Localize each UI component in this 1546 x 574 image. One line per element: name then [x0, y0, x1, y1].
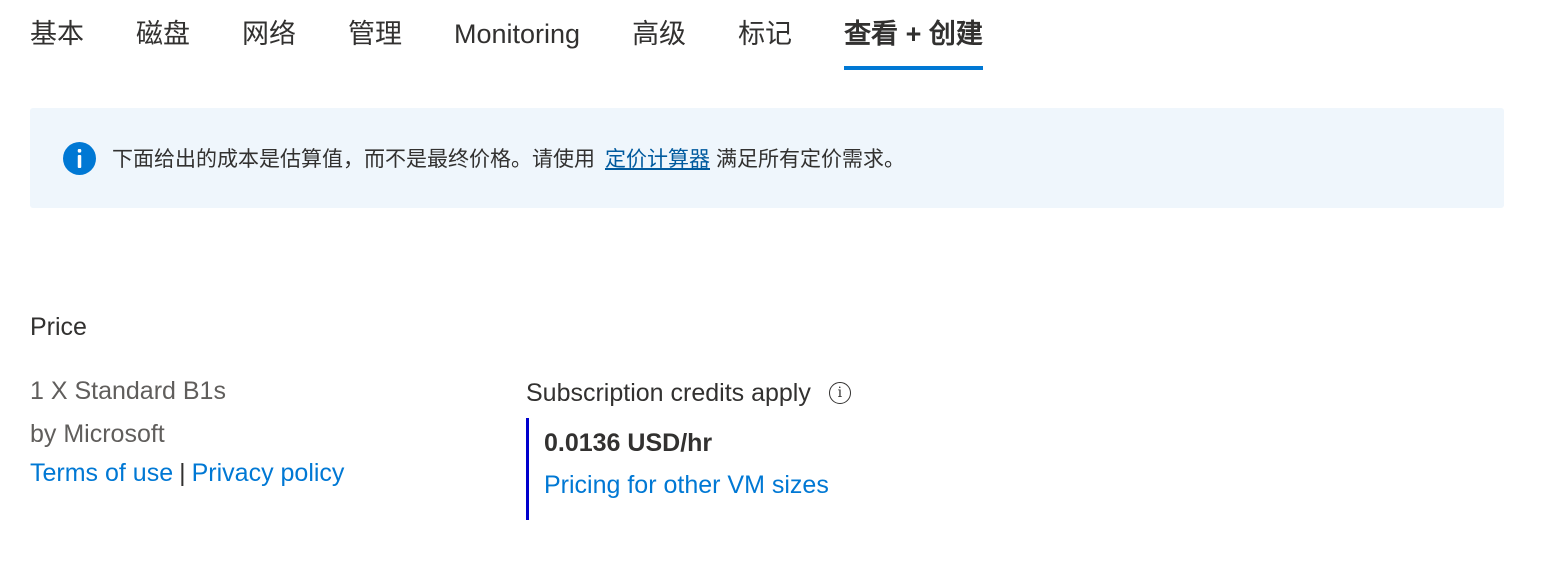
- other-vm-sizes-link[interactable]: Pricing for other VM sizes: [544, 468, 829, 502]
- tab-review-create[interactable]: 查看 + 创建: [844, 0, 983, 72]
- tab-tags[interactable]: 标记: [738, 0, 792, 72]
- banner-text-before: 下面给出的成本是估算值，而不是最终价格。请使用: [112, 148, 595, 171]
- legal-links: Terms of use | Privacy policy: [30, 456, 344, 490]
- link-separator: |: [179, 459, 186, 487]
- subscription-credits: Subscription credits apply i: [526, 376, 851, 410]
- tab-monitoring[interactable]: Monitoring: [454, 0, 580, 72]
- pricing-calculator-link[interactable]: 定价计算器: [605, 148, 710, 171]
- terms-of-use-link[interactable]: Terms of use: [30, 459, 173, 487]
- tab-management[interactable]: 管理: [348, 0, 402, 72]
- tab-disks[interactable]: 磁盘: [136, 0, 190, 72]
- banner-text-after: 满足所有定价需求。: [716, 148, 905, 171]
- banner-message: 下面给出的成本是估算值，而不是最终价格。请使用 定价计算器 满足所有定价需求。: [112, 143, 905, 173]
- credits-label: Subscription credits apply: [526, 379, 811, 407]
- tab-basics[interactable]: 基本: [30, 0, 84, 72]
- price-block: 0.0136 USD/hr Pricing for other VM sizes: [526, 418, 829, 520]
- info-icon-glyph: [77, 148, 82, 168]
- info-banner: 下面给出的成本是估算值，而不是最终价格。请使用 定价计算器 满足所有定价需求。: [30, 108, 1504, 208]
- privacy-policy-link[interactable]: Privacy policy: [192, 459, 345, 487]
- publisher-name: by Microsoft: [30, 420, 165, 448]
- tab-networking[interactable]: 网络: [242, 0, 296, 72]
- tab-advanced[interactable]: 高级: [632, 0, 686, 72]
- price-heading: Price: [30, 313, 87, 341]
- info-icon: [63, 141, 96, 175]
- info-outline-icon[interactable]: i: [828, 382, 851, 404]
- hourly-price: 0.0136 USD/hr: [544, 429, 713, 457]
- product-name: 1 X Standard B1s: [30, 377, 226, 405]
- tab-bar: 基本 磁盘 网络 管理 Monitoring 高级 标记 查看 + 创建: [30, 0, 1035, 72]
